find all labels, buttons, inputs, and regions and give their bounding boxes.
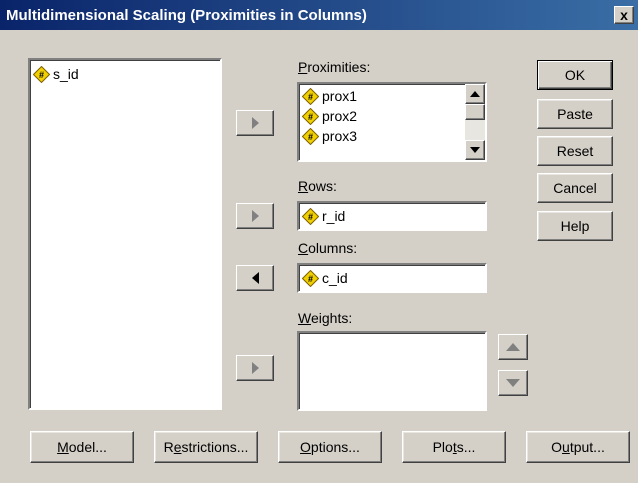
svg-text:#: #: [39, 70, 44, 80]
svg-text:#: #: [308, 92, 313, 102]
move-to-weights-button[interactable]: [236, 355, 274, 381]
output-button[interactable]: Ou tput...: [526, 431, 630, 463]
close-icon: x: [620, 7, 628, 23]
variable-label: prox3: [322, 128, 358, 144]
window-title: Multidimensional Scaling (Proximities in…: [6, 6, 367, 24]
move-to-rows-button[interactable]: [236, 203, 274, 229]
columns-label: Columns:: [298, 240, 358, 256]
reset-button[interactable]: Reset: [537, 136, 613, 166]
weights-list[interactable]: [297, 331, 487, 411]
move-down-icon: [506, 379, 520, 387]
svg-text:#: #: [308, 212, 313, 222]
numeric-variable-icon: #: [302, 207, 319, 225]
list-item[interactable]: # prox3: [299, 126, 485, 146]
arrow-right-icon: [251, 362, 259, 374]
proximities-label: Proximities:: [298, 59, 371, 75]
columns-field[interactable]: # c_id: [297, 263, 487, 293]
scroll-thumb[interactable]: [465, 104, 485, 120]
help-button[interactable]: Help: [537, 211, 613, 241]
rows-label: Rows:: [298, 178, 337, 194]
move-up-icon: [506, 343, 520, 351]
arrow-left-icon: [251, 272, 259, 284]
svg-text:#: #: [308, 112, 313, 122]
ok-button[interactable]: OK: [537, 60, 613, 90]
rows-field[interactable]: # r_id: [297, 201, 487, 231]
arrow-right-icon: [251, 117, 259, 129]
variable-label: r_id: [322, 208, 346, 224]
move-from-columns-button[interactable]: [236, 265, 274, 291]
variable-label: s_id: [53, 66, 79, 82]
model-button[interactable]: Model...: [30, 431, 134, 463]
variable-label: prox2: [322, 108, 358, 124]
variable-label: c_id: [322, 270, 348, 286]
scroll-up-button[interactable]: [465, 84, 485, 104]
restrictions-button[interactable]: Re strictions...: [154, 431, 258, 463]
proximities-scrollbar[interactable]: [465, 84, 485, 160]
numeric-variable-icon: #: [302, 127, 319, 145]
rows-value-item[interactable]: # r_id: [299, 206, 485, 226]
list-item[interactable]: # prox2: [299, 106, 485, 126]
source-variable-list[interactable]: # s_id: [28, 58, 222, 410]
title-bar: Multidimensional Scaling (Proximities in…: [0, 0, 638, 30]
weights-move-up-button[interactable]: [498, 334, 528, 360]
variable-label: prox1: [322, 88, 358, 104]
list-item[interactable]: # s_id: [30, 64, 220, 84]
proximities-list[interactable]: # prox1 # prox2 # prox3: [297, 82, 487, 162]
close-button[interactable]: x: [614, 6, 634, 24]
arrow-right-icon: [251, 210, 259, 222]
numeric-variable-icon: #: [302, 269, 319, 287]
list-item[interactable]: # prox1: [299, 86, 485, 106]
scroll-down-icon: [470, 147, 480, 153]
svg-text:#: #: [308, 274, 313, 284]
weights-move-down-button[interactable]: [498, 370, 528, 396]
scroll-down-button[interactable]: [465, 140, 485, 160]
numeric-variable-icon: #: [302, 107, 319, 125]
cancel-button[interactable]: Cancel: [537, 173, 613, 203]
svg-text:#: #: [308, 132, 313, 142]
numeric-variable-icon: #: [302, 87, 319, 105]
weights-label: Weights:: [298, 310, 353, 326]
options-button[interactable]: Options...: [278, 431, 382, 463]
scroll-up-icon: [470, 91, 480, 97]
move-to-proximities-button[interactable]: [236, 110, 274, 136]
columns-value-item[interactable]: # c_id: [299, 268, 485, 288]
numeric-variable-icon: #: [33, 65, 50, 83]
plots-button[interactable]: Plo t s...: [402, 431, 506, 463]
paste-button[interactable]: Paste: [537, 99, 613, 129]
